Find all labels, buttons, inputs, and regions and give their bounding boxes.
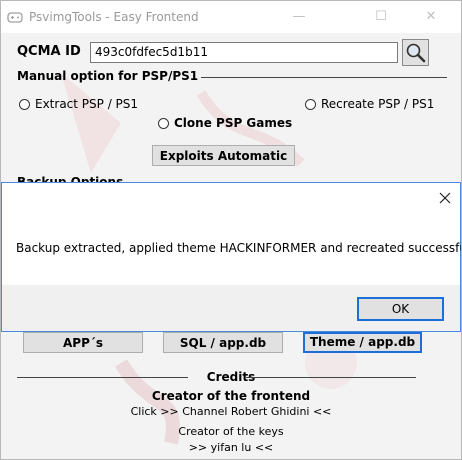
qcma-id-label: QCMA ID [17,44,81,59]
theme-app-db-button[interactable]: Theme / app.db [303,332,422,353]
creator-keys-label: Creator of the keys [178,425,284,438]
dialog-message: Backup extracted, applied theme HACKINFO… [16,241,462,255]
main-window: PsvimgTools - Easy Frontend — ☐ ✕ QCMA I… [0,0,462,460]
radio-circle-icon [305,98,316,110]
dialog-content: Backup extracted, applied theme HACKINFO… [2,183,462,285]
maximize-button[interactable]: ☐ [358,1,404,33]
minimize-button[interactable]: — [276,1,322,33]
ok-button[interactable]: OK [357,297,444,321]
recreate-radio[interactable]: Recreate PSP / PS1 [305,97,434,111]
radio-circle-icon [158,117,169,129]
manual-options-title: Manual option for PSP/PS1 [17,69,199,83]
dialog-close-icon[interactable] [438,191,452,205]
search-button[interactable] [402,39,429,66]
keys-author-label: >> yifan lu << [188,441,274,454]
clone-radio-label: Clone PSP Games [174,116,293,130]
extract-radio-label: Extract PSP / PS1 [35,97,139,111]
creator-frontend-label: Creator of the frontend [151,389,311,403]
group-divider [246,377,416,378]
sql-app-db-button[interactable]: SQL / app.db [163,332,283,353]
recreate-radio-label: Recreate PSP / PS1 [321,97,435,111]
exploits-automatic-button[interactable]: Exploits Automatic [152,145,295,166]
message-dialog: Backup extracted, applied theme HACKINFO… [1,182,461,332]
maximize-icon: ☐ [375,9,387,24]
search-icon [406,43,426,63]
radio-circle-icon [19,98,30,110]
close-button[interactable]: ✕ [408,1,454,33]
title-bar: PsvimgTools - Easy Frontend — ☐ ✕ [1,1,461,33]
apps-button[interactable]: APP´s [23,332,143,353]
group-divider [201,77,447,78]
close-icon: ✕ [425,9,437,24]
qcma-id-input[interactable]: 493c0fdfec5d1b11 [90,42,398,63]
window-title: PsvimgTools - Easy Frontend [29,10,199,24]
clone-radio[interactable]: Clone PSP Games [158,116,292,130]
app-icon [7,12,23,23]
minimize-icon: — [292,9,306,24]
extract-radio[interactable]: Extract PSP / PS1 [19,97,138,111]
frontend-author-link[interactable]: Click >> Channel Robert Ghidini << [1,405,461,418]
